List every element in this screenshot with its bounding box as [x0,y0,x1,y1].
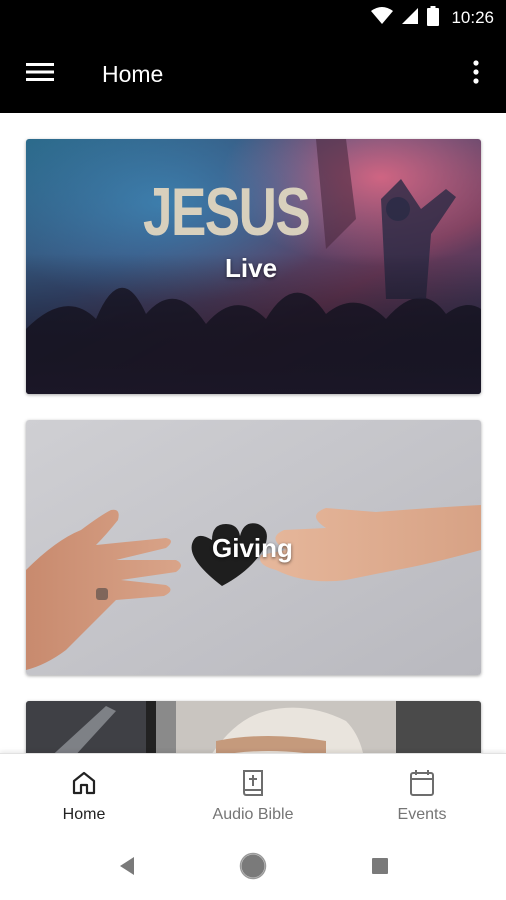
status-time: 10:26 [451,8,494,27]
bottom-navigation: Home Audio Bible Events [0,753,506,836]
nav-label-audio-bible: Audio Bible [212,806,294,823]
bible-icon [241,768,265,798]
third-card-image [26,701,481,753]
page-title: Home [102,61,164,87]
nav-label-events: Events [397,806,447,823]
nav-item-audio-bible[interactable]: Audio Bible [169,754,337,836]
live-card-title: Live [225,253,278,283]
recents-icon [371,857,389,880]
third-card[interactable] [26,701,481,753]
jesus-logo-text: JESUS [143,174,311,250]
nav-label-home: Home [62,806,106,823]
giving-card-title: Giving [212,533,293,563]
more-vert-icon [473,59,479,89]
more-options-button[interactable] [456,54,496,94]
status-icons: 10:26 [371,0,494,36]
menu-button[interactable] [16,54,64,94]
home-icon [71,768,97,798]
signal-icon [401,7,419,30]
status-bar: 10:26 [0,0,506,36]
content-feed[interactable]: JESUS Live Giving [0,113,506,753]
battery-icon [427,5,440,31]
live-card[interactable]: JESUS Live [26,139,481,394]
nav-item-home[interactable]: Home [0,754,168,836]
back-icon [118,856,136,881]
giving-card[interactable]: Giving [26,420,481,675]
home-circle-icon [239,852,267,885]
calendar-icon [409,768,435,798]
hamburger-menu-icon [26,62,54,87]
back-button[interactable] [107,853,147,883]
home-system-button[interactable] [233,852,273,885]
wifi-icon [371,6,394,30]
nav-item-events[interactable]: Events [338,754,506,836]
app-bar: Home [0,36,506,113]
system-navigation-bar [0,835,506,900]
recents-button[interactable] [360,853,400,883]
